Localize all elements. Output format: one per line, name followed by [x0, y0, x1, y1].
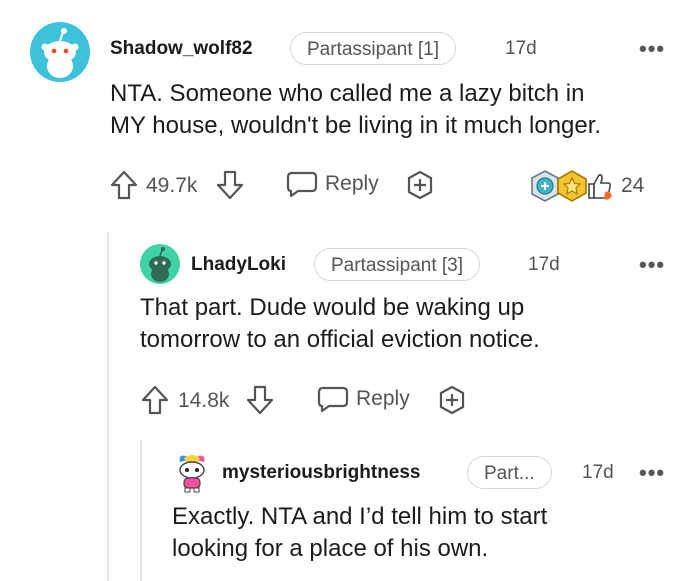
comment-body: That part. Dude would be waking up tomor…	[140, 292, 540, 356]
comment-body-line: NTA. Someone who called me a lazy bitch …	[110, 80, 585, 107]
award-button[interactable]	[437, 385, 467, 415]
username[interactable]: mysteriousbrightness	[222, 462, 421, 484]
user-flair: Part...	[467, 456, 552, 489]
comment-body: Exactly. NTA and I’d tell him to start l…	[172, 501, 547, 565]
comment-body: NTA. Someone who called me a lazy bitch …	[110, 78, 601, 142]
username[interactable]: Shadow_wolf82	[110, 38, 253, 60]
speech-bubble-icon	[317, 386, 349, 413]
more-options-button[interactable]: •••	[639, 254, 665, 276]
downvote-button[interactable]	[246, 385, 274, 415]
timestamp[interactable]: 17d	[505, 38, 537, 60]
speech-bubble-icon	[286, 171, 318, 198]
vote-count: 49.7k	[146, 174, 198, 197]
snoo-avatar-icon	[179, 455, 205, 493]
reply-label: Reply	[325, 172, 379, 195]
user-flair: Partassipant [3]	[314, 248, 481, 281]
avatar[interactable]	[30, 22, 90, 82]
more-options-button[interactable]: •••	[639, 38, 665, 60]
thumbs-up-award-icon	[588, 174, 612, 200]
timestamp[interactable]: 17d	[528, 254, 560, 276]
upvote-arrow-icon	[110, 170, 138, 200]
award-button[interactable]	[405, 170, 435, 200]
thread-line-level2[interactable]	[140, 440, 142, 581]
downvote-button[interactable]	[216, 170, 244, 200]
username[interactable]: LhadyLoki	[191, 254, 286, 276]
upvote-button[interactable]	[110, 170, 138, 200]
downvote-arrow-icon	[216, 170, 244, 200]
comment-body-line: tomorrow to an official eviction notice.	[140, 326, 540, 353]
avatar[interactable]	[172, 452, 212, 494]
downvote-arrow-icon	[246, 385, 274, 415]
comment-body-line: That part. Dude would be waking up	[140, 294, 525, 321]
comment-body-line: MY house, wouldn't be living in it much …	[110, 112, 602, 139]
award-count: 24	[621, 174, 645, 197]
upvote-button[interactable]	[141, 385, 169, 415]
more-options-button[interactable]: •••	[639, 462, 665, 484]
snoo-avatar-icon	[149, 247, 171, 282]
reply-button[interactable]: Reply	[286, 170, 379, 198]
awards[interactable]: 24	[530, 170, 644, 202]
avatar[interactable]	[140, 244, 180, 284]
user-flair: Partassipant [1]	[290, 32, 457, 65]
comment-body-line: Exactly. NTA and I’d tell him to start	[172, 503, 548, 530]
reply-label: Reply	[356, 387, 410, 410]
comment-body-line: looking for a place of his own.	[172, 535, 489, 562]
snoo-avatar-icon	[41, 28, 79, 78]
vote-count: 14.8k	[178, 389, 230, 412]
award-add-icon	[407, 170, 433, 200]
reply-button[interactable]: Reply	[317, 385, 410, 413]
timestamp[interactable]: 17d	[582, 462, 614, 484]
thread-line-level1[interactable]	[107, 232, 109, 581]
upvote-arrow-icon	[141, 385, 169, 415]
award-add-icon	[439, 385, 465, 415]
